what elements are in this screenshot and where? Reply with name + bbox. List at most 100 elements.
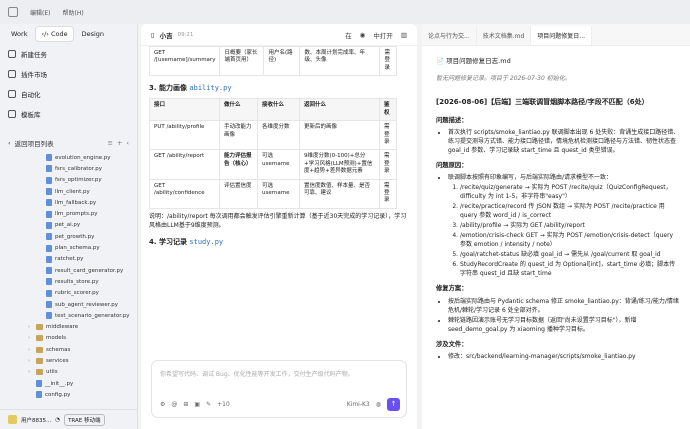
avatar[interactable] bbox=[8, 415, 17, 424]
sort-icon[interactable]: ≡ bbox=[107, 139, 112, 147]
tree-file[interactable]: result_card_generator.py bbox=[0, 265, 137, 276]
mode-design[interactable]: Design bbox=[77, 27, 109, 41]
tree-folder[interactable]: › services bbox=[0, 355, 137, 366]
tree-file[interactable]: rubric_scorer.py bbox=[0, 288, 137, 299]
table-summary: GET /[username]/summary 日概要（家长端首页用） 用户名(… bbox=[148, 46, 397, 77]
tree-file[interactable]: evolution_engine.py bbox=[0, 152, 137, 163]
user-name[interactable]: 用户8835... bbox=[21, 416, 51, 424]
model-selector[interactable]: Kimi-K3 bbox=[347, 401, 370, 408]
cause-intro: 联调脚本按照有印象编写，与后端实际路由/请求模型不一致： bbox=[448, 174, 613, 182]
mic-icon[interactable]: ◍ bbox=[376, 401, 381, 408]
app-logo-icon bbox=[8, 7, 18, 17]
bell-icon[interactable]: ◔ bbox=[55, 417, 60, 423]
section-file: study.py bbox=[189, 238, 224, 247]
chat-header: ▯ 小吉 09:21 在 ◉ 中打开 ▥ bbox=[141, 24, 417, 46]
image-icon[interactable]: ▣ bbox=[194, 401, 200, 408]
tree-file[interactable]: results_store.py bbox=[0, 276, 137, 287]
send-button[interactable]: ↑ bbox=[387, 398, 400, 411]
ide-icon[interactable]: ◉ bbox=[360, 31, 366, 39]
folder-icon bbox=[36, 357, 43, 364]
menu-edit[interactable]: 编辑(E) bbox=[30, 8, 50, 17]
chat-toolbar: 在 ◉ 中打开 ▥ bbox=[345, 30, 407, 40]
tree-folder[interactable]: › utils bbox=[0, 367, 137, 378]
doc-content: 暂无问题修复记录。项目于 2026-07-30 初始化。 [2026-08-06… bbox=[422, 74, 690, 361]
sidebar-toggle-icon[interactable]: ▯ bbox=[151, 31, 155, 39]
col-auth: 鉴权 bbox=[379, 98, 397, 122]
problem-list: 首次执行 scripts/smoke_liantiao.py 联调脚本出现 6 … bbox=[436, 128, 680, 155]
tree-file[interactable]: fsrs_calibrator.py bbox=[0, 163, 137, 174]
tab-doc-3[interactable]: 项目问题修复日... bbox=[531, 26, 593, 45]
tab-doc-1[interactable]: 论点与行为交... bbox=[422, 26, 477, 45]
tree-file[interactable]: llm_client.py bbox=[0, 186, 137, 197]
back-to-projects[interactable]: 返回项目列表 bbox=[15, 138, 54, 148]
cause-list: 联调脚本按照有印象编写，与后端实际路由/请求模型不一致： /recite/qui… bbox=[436, 173, 680, 278]
tree-tools: ≡ + ‹ bbox=[107, 139, 129, 147]
tree-file[interactable]: ratchet.py bbox=[0, 254, 137, 265]
section-title: 3. 能力画像 bbox=[149, 84, 187, 93]
mobile-badge[interactable]: TRAE 移动端 bbox=[64, 413, 105, 426]
mode-code[interactable]: ‹/› Code bbox=[35, 26, 74, 42]
section-heading: 4. 学习记录 study.py bbox=[149, 237, 409, 247]
attach-icon[interactable]: ⊞ bbox=[183, 401, 188, 408]
mode-work[interactable]: Work bbox=[6, 27, 32, 41]
tree-label: result_card_generator.py bbox=[55, 267, 124, 274]
tree-label: pet_growth.py bbox=[55, 233, 95, 240]
tree-file[interactable]: llm_prompts.py bbox=[0, 208, 137, 219]
list-item: /ability/profile → 实际为 GET /ability/repo… bbox=[460, 221, 680, 230]
settings-icon[interactable]: ⚙ bbox=[160, 401, 165, 408]
extra-count[interactable]: +10 bbox=[217, 401, 230, 408]
list-item: /recite/practice/record 传 JSON 数组 → 实际为 … bbox=[460, 202, 680, 220]
mode-switch: Work ‹/› Code Design bbox=[0, 24, 137, 44]
fix-list: 按后端实际路由与 Pydantic schema 修正 smoke_lianti… bbox=[436, 297, 680, 334]
tree-file[interactable]: pet_ai.py bbox=[0, 220, 137, 231]
tree-label: llm_prompts.py bbox=[55, 211, 98, 218]
tree-file[interactable]: test_scenario_generator.py bbox=[0, 310, 137, 321]
nav-new-task[interactable]: 新建任务 bbox=[0, 44, 137, 64]
cell-api: GET /ability/confidence bbox=[149, 178, 220, 209]
back-arrow-icon[interactable]: ‹ bbox=[8, 139, 11, 147]
cell-auth: 需登录 bbox=[379, 120, 397, 151]
table-header-row: 接口 做什么 接收什么 返回什么 鉴权 bbox=[149, 98, 397, 122]
tool-icon[interactable]: ✎ bbox=[206, 401, 211, 408]
menu-help[interactable]: 帮助(H) bbox=[62, 8, 83, 17]
tree-file[interactable]: sub_agent_reviewer.py bbox=[0, 299, 137, 310]
tree-file[interactable]: llm_fallback.py bbox=[0, 197, 137, 208]
tree-file[interactable]: pet_growth.py bbox=[0, 231, 137, 242]
tree-label: utils bbox=[46, 369, 58, 376]
tab-doc-2[interactable]: 技术文档集.md bbox=[477, 26, 532, 45]
cell-api: PUT /ability/profile bbox=[149, 120, 220, 151]
sidebar: Work ‹/› Code Design 新建任务 插件市场 自动化 模板库 ‹… bbox=[0, 24, 138, 429]
collapse-icon[interactable]: ‹ bbox=[126, 139, 129, 147]
nav-automation[interactable]: 自动化 bbox=[0, 84, 137, 104]
table-note: 说明：/ability/report 每次调用都会触发评估引擎重新计算（基于近3… bbox=[149, 212, 407, 229]
mention-icon[interactable]: @ bbox=[171, 401, 177, 408]
layout-icon[interactable]: ▥ bbox=[401, 31, 407, 39]
open-in-button[interactable]: 中打开 bbox=[373, 30, 393, 40]
python-file-icon bbox=[36, 380, 42, 388]
chat-input[interactable]: 你希望写代码、调试 Bug、优化性能等开发工作，交付生产级代码产物。 ⚙ @ ⊞… bbox=[151, 360, 407, 418]
nav-templates[interactable]: 模板库 bbox=[0, 104, 137, 124]
tree-file[interactable]: plan_schema.py bbox=[0, 242, 137, 253]
section-heading: 3. 能力画像 ability.py bbox=[149, 83, 409, 93]
tree-folder[interactable]: › models bbox=[0, 333, 137, 344]
tree-file[interactable]: __init__.py bbox=[0, 378, 137, 389]
tree-label: fsrs_calibrator.py bbox=[55, 165, 103, 172]
tree-file[interactable]: fsrs_optimizer.py bbox=[0, 175, 137, 186]
nav-label: 自动化 bbox=[21, 91, 41, 99]
tree-folder[interactable]: › schemas bbox=[0, 344, 137, 355]
message-time: 09:21 bbox=[177, 31, 194, 38]
python-file-icon bbox=[46, 188, 52, 196]
python-file-icon bbox=[46, 199, 52, 207]
python-file-icon bbox=[46, 221, 52, 229]
file-tree: evolution_engine.py fsrs_calibrator.pyfsr… bbox=[0, 152, 137, 401]
nav-plugin-market[interactable]: 插件市场 bbox=[0, 64, 137, 84]
tree-folder[interactable]: › middleware bbox=[0, 321, 137, 332]
python-file-icon bbox=[46, 210, 52, 218]
tree-file[interactable]: config.py bbox=[0, 389, 137, 400]
list-item: 联调脚本按照有印象编写，与后端实际路由/请求模型不一致： /recite/qui… bbox=[448, 173, 680, 278]
folder-icon bbox=[36, 369, 43, 376]
add-icon[interactable]: + bbox=[117, 139, 122, 147]
problem-heading: 问题描述： bbox=[436, 116, 468, 124]
tree-label: rubric_scorer.py bbox=[55, 290, 99, 297]
list-item: /recite/quiz/generate → 实际为 POST /recite… bbox=[460, 183, 680, 201]
